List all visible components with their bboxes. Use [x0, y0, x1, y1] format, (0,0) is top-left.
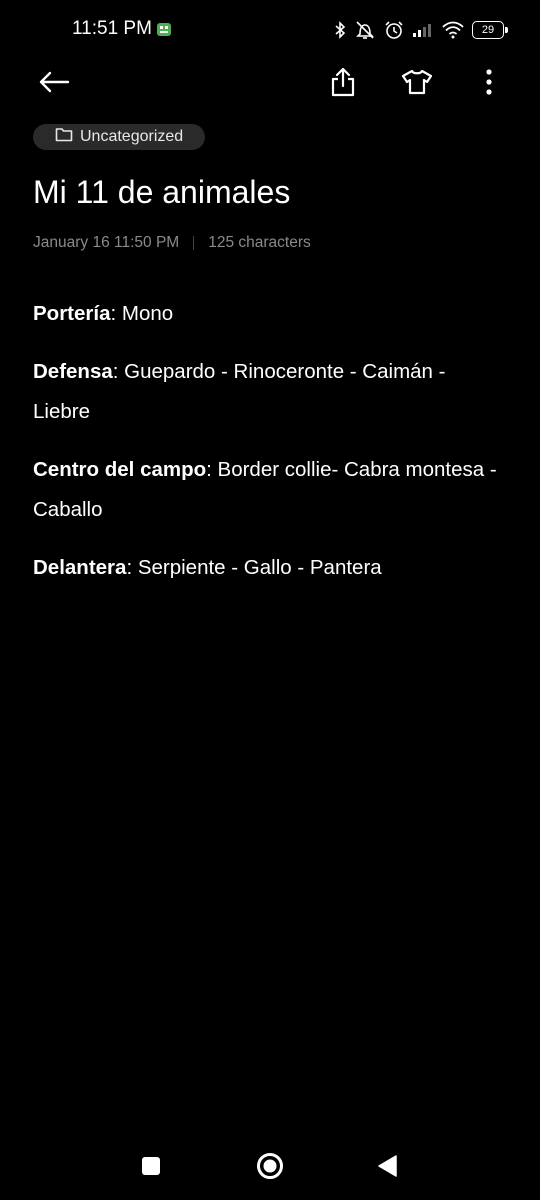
more-options-button[interactable]: [465, 60, 513, 108]
wifi-icon: [442, 21, 464, 39]
battery-level: 29: [481, 24, 495, 36]
more-vert-icon: [485, 68, 493, 100]
nav-back-button[interactable]: [366, 1146, 410, 1190]
note-char-count: 125 characters: [208, 234, 311, 251]
paragraph-label: Defensa: [33, 360, 113, 383]
share-button[interactable]: [319, 60, 367, 108]
vibrate-off-icon: [354, 20, 376, 40]
note-paragraph: Centro del campo: Border collie- Cabra m…: [33, 450, 503, 530]
note-body[interactable]: Portería: Mono Defensa: Guepardo - Rinoc…: [33, 294, 503, 606]
alarm-icon: [384, 20, 404, 40]
paragraph-label: Centro del campo: [33, 458, 207, 481]
note-paragraph: Defensa: Guepardo - Rinoceronte - Caimán…: [33, 352, 503, 432]
home-circle-icon: [256, 1152, 284, 1185]
meta-divider: [193, 236, 195, 250]
back-button[interactable]: [30, 60, 78, 108]
note-toolbar: [0, 60, 540, 108]
home-button[interactable]: [248, 1146, 292, 1190]
back-triangle-icon: [378, 1154, 398, 1182]
status-time: 11:51 PM: [72, 18, 152, 39]
folder-icon: [55, 127, 73, 147]
status-icons: 29: [334, 17, 508, 43]
signal-icon: [412, 22, 434, 38]
navigation-bar: [0, 1136, 540, 1200]
paragraph-text: : Mono: [110, 302, 174, 325]
battery-icon: 29: [472, 21, 508, 39]
paragraph-label: Portería: [33, 302, 111, 325]
recents-square-icon: [141, 1156, 161, 1181]
app-notification-icon: [156, 21, 172, 37]
share-icon: [330, 67, 356, 102]
back-arrow-icon: [38, 70, 70, 99]
note-paragraph: Delantera: Serpiente - Gallo - Pantera: [33, 548, 503, 588]
recents-button[interactable]: [129, 1146, 173, 1190]
note-meta: January 16 11:50 PM 125 characters: [33, 234, 311, 252]
folder-chip[interactable]: Uncategorized: [33, 124, 206, 150]
folder-label: Uncategorized: [80, 128, 184, 145]
bluetooth-icon: [334, 21, 346, 39]
note-paragraph: Portería: Mono: [33, 294, 503, 334]
status-bar: 11:51 PM 29: [0, 0, 540, 60]
theme-button[interactable]: [393, 60, 441, 108]
paragraph-text: : Serpiente - Gallo - Pantera: [126, 556, 382, 579]
paragraph-label: Delantera: [33, 556, 127, 579]
note-title[interactable]: Mi 11 de animales: [33, 174, 290, 211]
note-date: January 16 11:50 PM: [33, 234, 180, 251]
theme-shirt-icon: [401, 69, 433, 100]
